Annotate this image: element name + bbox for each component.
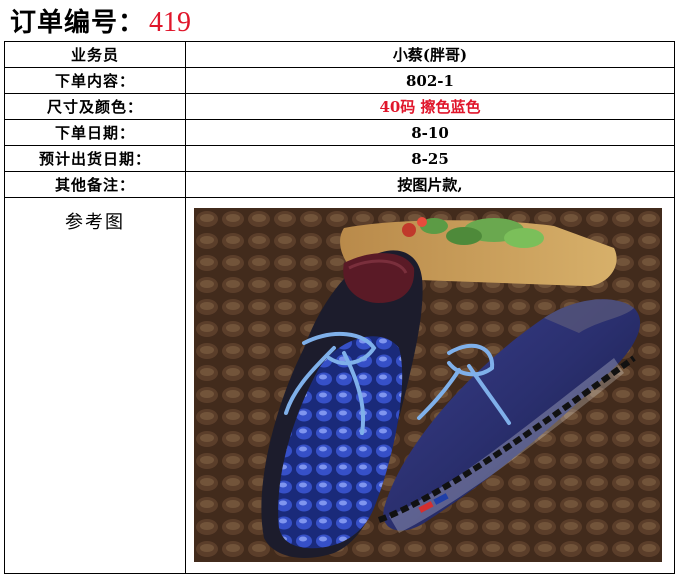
order-number-label: 订单编号： [10,8,146,38]
table-row-content: 下单内容： 802-1 [4,67,675,94]
table-row-ship-date: 预计出货日期： 8-25 [4,145,675,172]
reference-cell [185,197,675,574]
salesperson-value: 小蔡(胖哥) [185,41,675,68]
table-row-order-date: 下单日期： 8-10 [4,119,675,146]
table-row-salesperson: 业务员 小蔡(胖哥) [4,41,675,68]
order-date-label: 下单日期： [4,119,186,146]
ship-date-label: 预计出货日期： [4,145,186,172]
order-date-value: 8-10 [185,119,675,146]
order-number-value: 419 [149,7,192,38]
size-color-value: 40码 擦色蓝色 [185,93,675,120]
reference-photo [194,208,662,562]
table-row-notes: 其他备注： 按图片款, [4,171,675,198]
content-value: 802-1 [185,67,675,94]
notes-label: 其他备注： [4,171,186,198]
order-table: 业务员 小蔡(胖哥) 下单内容： 802-1 尺寸及颜色： 40码 擦色蓝色 下… [4,41,675,574]
table-row-size-color: 尺寸及颜色： 40码 擦色蓝色 [4,93,675,120]
notes-value: 按图片款, [185,171,675,198]
size-color-label: 尺寸及颜色： [4,93,186,120]
reference-label: 参考图 [4,197,186,574]
table-row-reference: 参考图 [4,197,675,574]
salesperson-label: 业务员 [4,41,186,68]
content-label: 下单内容： [4,67,186,94]
order-title: 订单编号： 419 [10,2,191,40]
shoe-photo-illustration [194,208,662,562]
ship-date-value: 8-25 [185,145,675,172]
